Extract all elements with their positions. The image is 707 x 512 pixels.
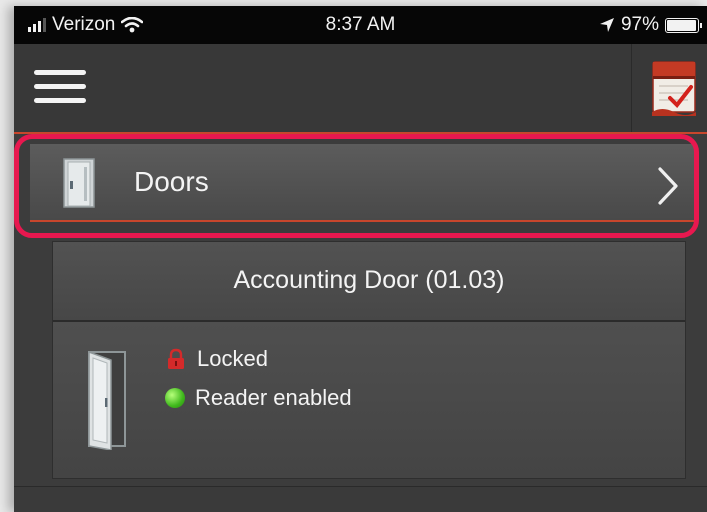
next-list-item — [14, 486, 707, 512]
calendar-checklist-icon[interactable] — [650, 54, 700, 118]
battery-fill — [667, 19, 697, 31]
door-name-bar[interactable]: Accounting Door (01.03) — [53, 242, 685, 322]
door-status-panel: Locked Reader enabled — [53, 322, 685, 478]
status-dot-icon — [165, 388, 185, 408]
nav-bar — [14, 44, 707, 134]
reader-status-row: Reader enabled — [165, 385, 352, 411]
lock-icon — [168, 348, 184, 369]
lock-status-label: Locked — [197, 346, 268, 371]
app-frame: Verizon 8:37 AM 97% Doors Accounting Doo… — [14, 6, 707, 512]
battery-icon — [665, 17, 702, 33]
hamburger-menu-icon[interactable] — [34, 70, 86, 106]
location-icon — [599, 18, 614, 32]
lock-status-row: Locked — [165, 346, 268, 372]
battery-percent: 97% — [620, 14, 659, 35]
reader-status-label: Reader enabled — [195, 385, 352, 410]
status-bar: Verizon 8:37 AM 97% — [14, 6, 707, 44]
door-card[interactable]: Accounting Door (01.03) Locked Reader en… — [52, 241, 686, 479]
door-name: Accounting Door (01.03) — [233, 266, 505, 294]
status-right: 97% — [599, 14, 702, 36]
highlight-outline — [14, 134, 699, 238]
nav-divider — [631, 44, 632, 132]
open-door-icon — [88, 350, 126, 450]
